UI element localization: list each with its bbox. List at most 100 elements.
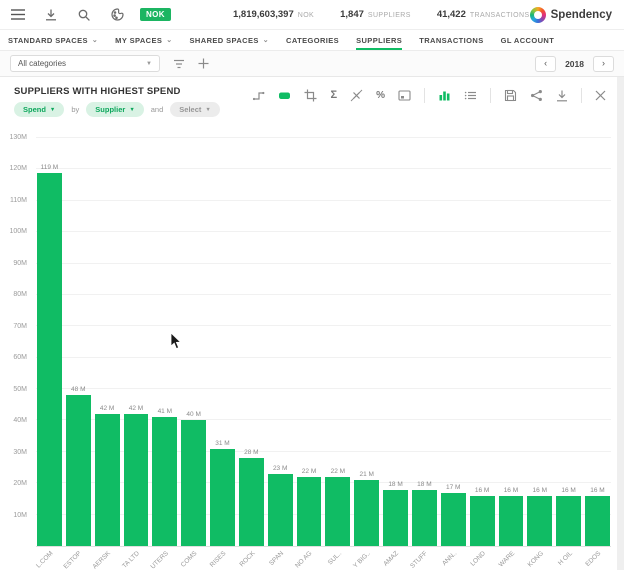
- next-year-button[interactable]: ›: [593, 56, 614, 72]
- nav-standard-spaces[interactable]: STANDARD SPACES ⌄: [8, 30, 98, 50]
- bar-value-label: 22 M: [331, 468, 345, 475]
- bar-column: 41 MUTERS: [152, 138, 177, 546]
- x-axis-label: ANN..: [441, 550, 458, 567]
- transactions-count: 41,422: [437, 9, 466, 20]
- spendency-logo-icon: [530, 7, 546, 23]
- toolbar-separator: [490, 88, 491, 103]
- nav-suppliers[interactable]: SUPPLIERS: [356, 30, 402, 50]
- bar[interactable]: 22 M: [297, 477, 322, 546]
- measure-pill[interactable]: Spend ▼: [14, 102, 64, 117]
- bar[interactable]: 21 M: [354, 480, 379, 546]
- total-spend-stat: 1,819,603,397 NOK: [233, 9, 314, 20]
- bar-value-label: 42 M: [129, 405, 143, 412]
- add-filter-icon[interactable]: [198, 58, 209, 69]
- x-axis-label: TA LTD: [121, 550, 141, 570]
- bar-value-label: 23 M: [273, 465, 287, 472]
- nav-label: TRANSACTIONS: [419, 36, 483, 45]
- x-axis-label: EDOS: [584, 550, 602, 568]
- nav-label: MY SPACES: [115, 36, 162, 45]
- bar-column: 21 MY BIG..: [354, 138, 379, 546]
- select-pill[interactable]: Select ▼: [170, 102, 220, 117]
- filter-icon[interactable]: [173, 59, 185, 69]
- list-view-icon[interactable]: [464, 89, 477, 102]
- x-axis-label: ESTOP: [63, 550, 83, 570]
- brand-name: Spendency: [551, 9, 612, 21]
- percent-icon[interactable]: %: [376, 91, 385, 101]
- bar[interactable]: 16 M: [499, 496, 524, 546]
- bar[interactable]: 16 M: [556, 496, 581, 546]
- prev-year-button[interactable]: ‹: [535, 56, 556, 72]
- flow-icon[interactable]: [252, 89, 265, 102]
- bar[interactable]: 23 M: [268, 474, 293, 546]
- by-label: by: [71, 105, 79, 114]
- tag-icon[interactable]: [278, 89, 291, 102]
- y-tick-label: 20M: [13, 480, 27, 487]
- chart-card: SUPPLIERS WITH HIGHEST SPEND Spend ▼ by …: [0, 77, 624, 570]
- export-image-icon[interactable]: [398, 89, 411, 102]
- bar-column: 42 MAERSK: [95, 138, 120, 546]
- bar[interactable]: 119 M: [37, 173, 62, 546]
- bar[interactable]: 17 M: [441, 493, 466, 546]
- sigma-icon[interactable]: Σ: [330, 90, 337, 101]
- bar-value-label: 16 M: [533, 487, 547, 494]
- bar-chart-icon[interactable]: [438, 89, 451, 102]
- chevron-down-icon: ⌄: [92, 37, 98, 44]
- palette-icon[interactable]: [107, 5, 127, 25]
- y-tick-label: 90M: [13, 260, 27, 267]
- nav-categories[interactable]: CATEGORIES: [286, 30, 339, 50]
- year-pager: ‹ 2018 ›: [535, 56, 614, 72]
- share-icon[interactable]: [530, 89, 543, 102]
- bar[interactable]: 16 M: [585, 496, 610, 546]
- suppliers-count: 1,847: [340, 9, 364, 20]
- bar[interactable]: 48 M: [66, 395, 91, 546]
- search-icon[interactable]: [74, 5, 94, 25]
- x-axis-label: WARE: [497, 550, 516, 569]
- nav-gl-account[interactable]: GL ACCOUNT: [501, 30, 555, 50]
- download-icon[interactable]: [556, 90, 568, 102]
- bar[interactable]: 16 M: [527, 496, 552, 546]
- exclude-x-icon[interactable]: [350, 89, 363, 102]
- scrollbar[interactable]: [617, 77, 624, 570]
- bar[interactable]: 42 M: [124, 414, 149, 546]
- y-tick-label: 70M: [13, 323, 27, 330]
- bar[interactable]: 41 M: [152, 417, 177, 546]
- bar[interactable]: 31 M: [210, 449, 235, 546]
- select-pill-label: Select: [179, 105, 201, 114]
- crop-icon[interactable]: [304, 89, 317, 102]
- download-icon[interactable]: [41, 5, 61, 25]
- bar[interactable]: 18 M: [412, 490, 437, 546]
- brand: Spendency: [530, 7, 612, 23]
- bars-row: 119 ML.COM48 MESTOP42 MAERSK42 MTA LTD41…: [36, 138, 611, 546]
- close-icon[interactable]: [595, 90, 606, 101]
- suppliers-label: SUPPLIERS: [368, 12, 411, 19]
- hamburger-icon[interactable]: [8, 5, 28, 25]
- chevron-down-icon: ▼: [50, 107, 55, 113]
- top-bar: NOK 1,819,603,397 NOK 1,847 SUPPLIERS 41…: [0, 0, 624, 30]
- dimension-pill[interactable]: Supplier ▼: [86, 102, 143, 117]
- categories-select[interactable]: All categories ▼: [10, 55, 160, 72]
- x-axis-label: LOND: [469, 550, 487, 568]
- bar[interactable]: 28 M: [239, 458, 264, 546]
- bar[interactable]: 40 M: [181, 420, 206, 546]
- bar-value-label: 31 M: [215, 440, 229, 447]
- nav-my-spaces[interactable]: MY SPACES ⌄: [115, 30, 172, 50]
- x-axis-label: UTERS: [149, 550, 170, 570]
- y-tick-label: 10M: [13, 512, 27, 519]
- save-icon[interactable]: [504, 89, 517, 102]
- bar[interactable]: 42 M: [95, 414, 120, 546]
- x-axis-label: SUL..: [326, 550, 342, 566]
- nav-shared-spaces[interactable]: SHARED SPACES ⌄: [190, 30, 270, 50]
- y-tick-label: 100M: [9, 228, 27, 235]
- x-axis-label: AMAZ: [383, 550, 401, 568]
- chart-plot: 10M20M30M40M50M60M70M80M90M100M110M120M1…: [0, 138, 616, 570]
- currency-badge[interactable]: NOK: [140, 8, 171, 21]
- chevron-down-icon: ▼: [129, 107, 134, 113]
- bar-column: 16 MLOND: [470, 138, 495, 546]
- x-axis-label: KONG: [526, 550, 544, 568]
- bar[interactable]: 18 M: [383, 490, 408, 546]
- x-axis-label: RISES: [209, 550, 228, 569]
- bar[interactable]: 22 M: [325, 477, 350, 546]
- bar-column: 119 ML.COM: [37, 138, 62, 546]
- nav-transactions[interactable]: TRANSACTIONS: [419, 30, 483, 50]
- bar[interactable]: 16 M: [470, 496, 495, 546]
